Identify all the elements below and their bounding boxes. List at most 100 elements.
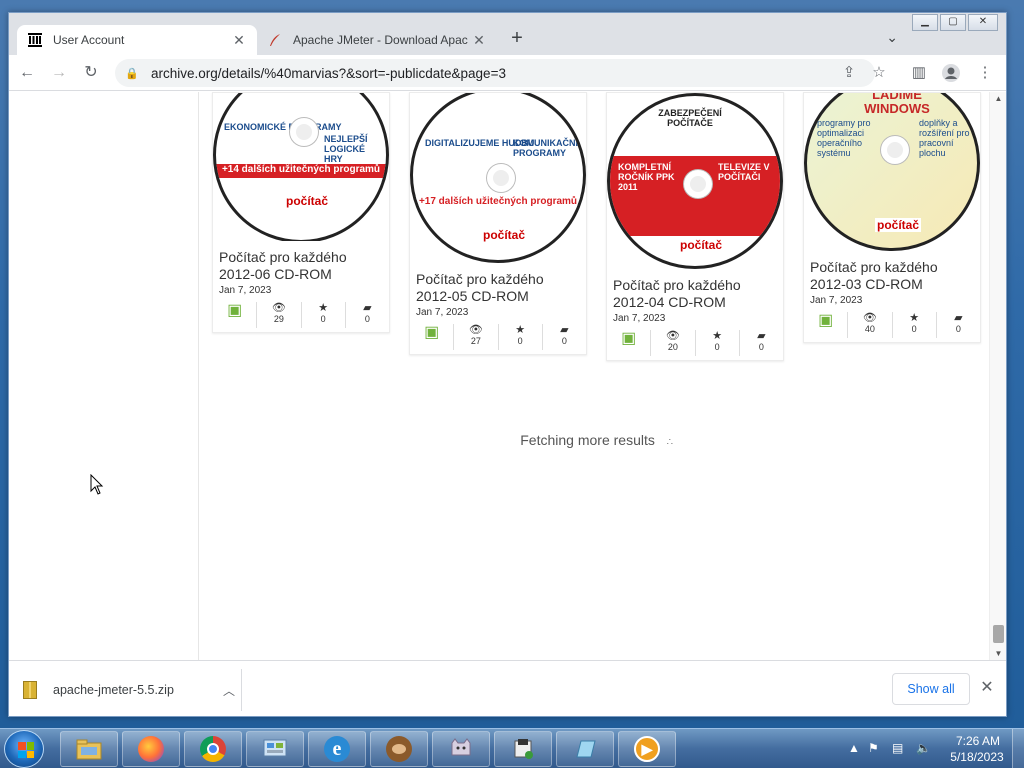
- item-date: Jan 7, 2023: [416, 307, 469, 318]
- scrollbar-thumb[interactable]: [993, 625, 1004, 643]
- share-icon[interactable]: ⇪: [839, 63, 859, 83]
- show-hidden-icons-chevron-icon[interactable]: ▲: [848, 741, 860, 755]
- clock-time[interactable]: 7:26 AM: [950, 734, 1006, 748]
- tab-title: User Account: [53, 33, 125, 47]
- tab-title: Apache JMeter - Download Apac: [293, 33, 468, 47]
- windows-logo-icon: [18, 742, 34, 758]
- reviews-count: 0: [758, 342, 764, 352]
- item-title[interactable]: Počítač pro každého 2012-05 CD-ROM: [410, 263, 586, 305]
- stat-mediatype: ▣: [607, 330, 652, 356]
- item-date: Jan 7, 2023: [810, 295, 863, 306]
- item-title[interactable]: Počítač pro každého 2012-03 CD-ROM: [804, 251, 980, 293]
- eye-icon: 👁: [862, 312, 877, 324]
- item-card[interactable]: ZABEZPEČENÍ POČÍTAČE KOMPLETNÍ ROČNÍK PP…: [606, 92, 784, 361]
- item-thumbnail[interactable]: DIGITALIZUJEME HUDBU KOMUNIKAČNÍ PROGRAM…: [410, 93, 586, 263]
- reviews-count: 0: [955, 324, 961, 334]
- disc-left-text: programy pro optimalizaci operačního sys…: [817, 118, 871, 158]
- scroll-down-arrow-icon[interactable]: ▼: [990, 649, 1006, 658]
- media-player-icon[interactable]: ▶: [618, 731, 676, 767]
- stat-favorites: ★ 0: [302, 302, 346, 328]
- item-thumbnail[interactable]: LADÍME WINDOWS programy pro optimalizaci…: [804, 93, 980, 251]
- download-item[interactable]: apache-jmeter-5.5.zip ︿: [23, 675, 237, 705]
- disc-left-text: EKONOMICKÉ PROGRAMY: [224, 122, 342, 132]
- chrome-icon[interactable]: [184, 731, 242, 767]
- tab-strip: User Account ✕ Apache JMeter - Download …: [9, 13, 1006, 55]
- stat-mediatype: ▣: [410, 324, 455, 350]
- eye-icon: 👁: [271, 302, 286, 314]
- notepad-icon[interactable]: [556, 731, 614, 767]
- item-stats: ▣ 👁 20 ★ 0 ▰ 0: [607, 324, 783, 360]
- monkey-app-icon[interactable]: [370, 731, 428, 767]
- tab-search-chevron-icon[interactable]: ⌄: [886, 29, 898, 46]
- jmeter-feather-icon: [267, 32, 283, 48]
- browser-toolbar: ← → ↻ 🔒 archive.org/details/%40marvias?&…: [9, 55, 1006, 91]
- address-bar[interactable]: 🔒 archive.org/details/%40marvias?&sort=-…: [115, 59, 875, 87]
- show-all-button[interactable]: Show all: [892, 673, 970, 705]
- cat-app-icon[interactable]: [432, 731, 490, 767]
- tab-user-account[interactable]: User Account ✕: [17, 25, 257, 55]
- disc-right-text: KOMUNIKAČNÍ PROGRAMY: [513, 138, 578, 158]
- item-card[interactable]: LADÍME WINDOWS programy pro optimalizaci…: [803, 92, 981, 343]
- network-icon[interactable]: ▤: [892, 741, 903, 755]
- stat-mediatype: ▣: [804, 312, 849, 338]
- item-card[interactable]: DIGITALIZUJEME HUDBU KOMUNIKAČNÍ PROGRAM…: [409, 92, 587, 355]
- divider: [241, 669, 242, 711]
- bookmark-star-icon[interactable]: ☆: [869, 63, 889, 83]
- browser-menu-icon[interactable]: ⋮: [975, 63, 995, 83]
- stat-favorites: ★ 0: [499, 324, 543, 350]
- action-center-flag-icon[interactable]: ⚑: [868, 741, 879, 755]
- item-card[interactable]: EKONOMICKÉ PROGRAMY NEJLEPŠÍ LOGICKÉ HRY…: [212, 92, 390, 333]
- profile-avatar-icon[interactable]: [941, 63, 961, 83]
- maximize-button[interactable]: ▢: [940, 14, 966, 31]
- windows-explorer-icon[interactable]: [60, 731, 118, 767]
- item-date: Jan 7, 2023: [613, 313, 666, 324]
- disc-right-text: doplňky a rozšíření pro pracovní plochu: [919, 118, 970, 158]
- comment-icon: ▰: [560, 324, 569, 336]
- fetching-more-results: Fetching more results ∴: [9, 432, 1006, 448]
- disc-band-text: +14 dalších užitečných programů: [216, 164, 386, 178]
- back-arrow-icon[interactable]: ←: [17, 63, 37, 83]
- chevron-up-icon[interactable]: ︿: [223, 682, 235, 699]
- minimize-button[interactable]: ▁: [912, 14, 938, 31]
- volume-muted-icon[interactable]: 🔈: [916, 741, 931, 755]
- firefox-icon[interactable]: [122, 731, 180, 767]
- scroll-up-arrow-icon[interactable]: ▲: [990, 94, 1006, 103]
- start-button[interactable]: [4, 730, 44, 768]
- clock-date[interactable]: 5/18/2023: [944, 750, 1010, 764]
- disc-hole: [684, 170, 712, 198]
- disc-logo-text: počítač: [481, 228, 528, 242]
- zip-file-icon: [23, 681, 37, 699]
- views-count: 29: [273, 314, 284, 324]
- close-window-button[interactable]: ✕: [968, 14, 998, 31]
- cd-disc-image: EKONOMICKÉ PROGRAMY NEJLEPŠÍ LOGICKÉ HRY…: [213, 93, 389, 241]
- windows-taskbar: e ▶ ▲ ⚑ ▤ 🔈 7:26 AM 5/18/2023: [0, 728, 1024, 768]
- forward-arrow-icon[interactable]: →: [49, 63, 69, 83]
- browser-window: User Account ✕ Apache JMeter - Download …: [8, 12, 1007, 717]
- control-panel-icon[interactable]: [246, 731, 304, 767]
- download-filename: apache-jmeter-5.5.zip: [53, 683, 174, 697]
- new-tab-button[interactable]: +: [505, 27, 529, 51]
- close-tab-icon[interactable]: ✕: [471, 32, 487, 49]
- internet-explorer-icon[interactable]: e: [308, 731, 366, 767]
- item-date: Jan 7, 2023: [219, 285, 272, 296]
- item-stats: ▣ 👁 29 ★ 0 ▰ 0: [213, 296, 389, 332]
- page-scrollbar[interactable]: ▲ ▼: [989, 92, 1006, 660]
- side-panel-icon[interactable]: ▥: [909, 63, 929, 83]
- left-column: [9, 92, 199, 660]
- cd-disc-image: DIGITALIZUJEME HUDBU KOMUNIKAČNÍ PROGRAM…: [410, 93, 586, 263]
- close-tab-icon[interactable]: ✕: [231, 32, 247, 49]
- cd-disc-image: LADÍME WINDOWS programy pro optimalizaci…: [804, 93, 980, 251]
- item-thumbnail[interactable]: ZABEZPEČENÍ POČÍTAČE KOMPLETNÍ ROČNÍK PP…: [607, 93, 783, 269]
- favorites-count: 0: [517, 336, 523, 346]
- disc-logo-text: počítač: [284, 194, 331, 208]
- show-desktop-button[interactable]: [1012, 729, 1024, 768]
- install-tool-icon[interactable]: [494, 731, 552, 767]
- item-thumbnail[interactable]: EKONOMICKÉ PROGRAMY NEJLEPŠÍ LOGICKÉ HRY…: [213, 93, 389, 241]
- close-download-shelf-icon[interactable]: ✕: [977, 677, 997, 697]
- item-title[interactable]: Počítač pro každého 2012-06 CD-ROM: [213, 241, 389, 283]
- reload-icon[interactable]: ↻: [81, 63, 101, 83]
- system-tray: ▲ ⚑ ▤ 🔈 7:26 AM 5/18/2023: [842, 729, 1024, 768]
- disc-logo-text: počítač: [678, 238, 725, 252]
- tab-apache-jmeter[interactable]: Apache JMeter - Download Apac ✕: [257, 25, 497, 55]
- item-title[interactable]: Počítač pro každého 2012-04 CD-ROM: [607, 269, 783, 311]
